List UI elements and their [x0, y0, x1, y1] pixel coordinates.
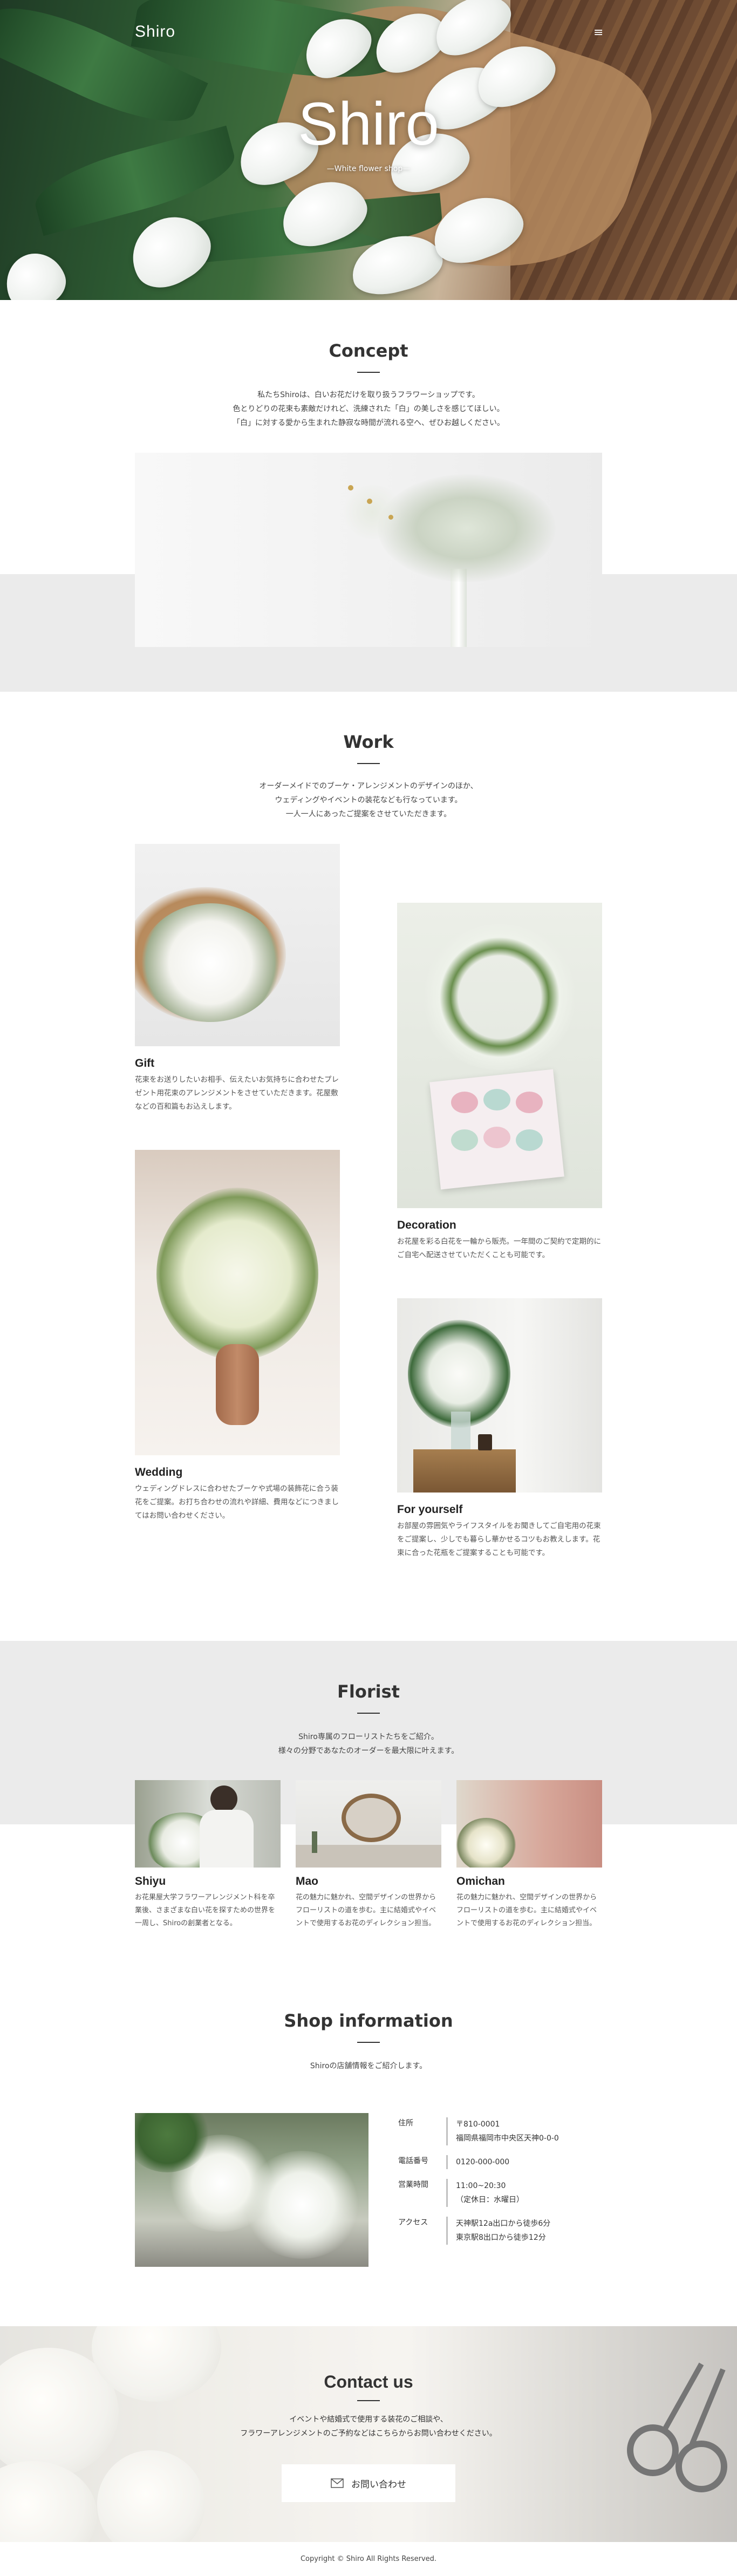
shop-info-table: 住所 〒810-0001 福岡県福岡市中央区天神0-0-0 電話番号 0120-…: [398, 2117, 603, 2254]
section-title: Shop information: [284, 2011, 453, 2031]
copyright: Copyright © Shiro All Rights Reserved.: [300, 2555, 437, 2563]
work-section: Work オーダーメイドでのブーケ・アレンジメントのデザインのほか、 ウェディン…: [0, 691, 737, 1641]
info-label: 電話番号: [398, 2157, 428, 2165]
concept-line: 色とりどりの花束も素敵だけれど、洗練された「白」の美しさを感じてほしい。: [233, 405, 504, 413]
wedding-photo: [135, 1150, 340, 1455]
flower-center: [348, 485, 353, 490]
work-desc: ウェディングドレスに合わせたブーケや式場の装飾花に合う装花をご提案。お打ち合わせ…: [135, 1484, 339, 1520]
contact-line: フラワーアレンジメントのご予約などはこちらからお問い合わせください。: [240, 2429, 497, 2438]
work-card-gift[interactable]: Gift 花束をお送りしたいお相手、伝えたいお気持ちに合わせたプレゼント用花束の…: [135, 844, 340, 1114]
section-title: Work: [343, 732, 394, 752]
florist-line: Shiro専属のフローリストたちをご紹介。: [298, 1733, 439, 1741]
work-line: 一人一人にあったご提案をさせていただきます。: [285, 810, 452, 819]
footer: Copyright © Shiro All Rights Reserved.: [0, 2542, 737, 2576]
concept-text: 私たちShiroは、白いお花だけを取り扱うフラワーショップです。 色とりどりの花…: [0, 388, 737, 430]
florist-name: Omichan: [456, 1875, 505, 1887]
contact-line: イベントや結婚式で使用する装花のご相談や、: [289, 2415, 448, 2424]
florist-card-shiyu[interactable]: Shiyu お花果屋大学フラワーアレンジメント科を卒業後、さまざまな白い花を探す…: [135, 1780, 281, 1930]
address-line: 〒810-0001: [456, 2120, 500, 2129]
work-card-for-yourself[interactable]: For yourself お部屋の雰囲気やライフスタイルをお聞きしてご自宅用の花…: [397, 1298, 602, 1560]
info-label: 営業時間: [398, 2180, 428, 2189]
work-desc: 花束をお送りしたいお相手、伝えたいお気持ちに合わせたプレゼント用花束のアレンジメ…: [135, 1075, 339, 1111]
work-line: オーダーメイドでのブーケ・アレンジメントのデザインのほか、: [259, 782, 478, 790]
info-label: 住所: [398, 2119, 413, 2128]
florist-card-omichan[interactable]: Omichan 花の魅力に魅かれ、空間デザインの世界からフローリストの道を歩む。…: [456, 1780, 602, 1930]
address-line: 福岡県福岡市中央区天神0-0-0: [456, 2134, 559, 2143]
title-underline: [357, 2042, 380, 2043]
florist-card-mao[interactable]: Mao 花の魅力に魅かれ、空間デザインの世界からフローリストの道を歩む。主に結婚…: [296, 1780, 441, 1930]
hamburger-icon[interactable]: ≡: [593, 26, 603, 39]
hero-tulip: [119, 202, 221, 299]
mail-icon: [331, 2478, 344, 2488]
info-row-hours: 営業時間 11:00~20:30 （定休日：水曜日）: [398, 2179, 603, 2207]
info-row-access: アクセス 天神駅12a出口から徒歩6分 東京駅8出口から徒歩12分: [398, 2217, 603, 2245]
info-label: アクセス: [398, 2218, 428, 2227]
avatar: [296, 1780, 441, 1868]
florist-text: Shiro専属のフローリストたちをご紹介。 様々の分野であなたのオーダーを最大限…: [0, 1730, 737, 1758]
for-yourself-photo: [397, 1298, 602, 1493]
work-desc: お花屋を彩る白花を一輪から販売。一年間のご契約で定期的にご自宅へ配送させていただ…: [397, 1237, 601, 1259]
babys-breath-bloom: [378, 474, 556, 582]
work-desc: お部屋の雰囲気やライフスタイルをお聞きしてご自宅用の花束をご提案し、少しでも暮ら…: [397, 1522, 601, 1557]
shop-image: [135, 2113, 368, 2267]
info-value: 天神駅12a出口から徒歩6分 東京駅8出口から徒歩12分: [447, 2217, 550, 2245]
section-title: Contact us: [324, 2372, 413, 2391]
title-underline: [357, 1713, 380, 1714]
flower-center: [367, 499, 372, 504]
info-row-address: 住所 〒810-0001 福岡県福岡市中央区天神0-0-0: [398, 2117, 603, 2145]
florist-desc: 花の魅力に魅かれ、空間デザインの世界からフローリストの道を歩む。主に結婚式やイベ…: [296, 1893, 436, 1927]
title-underline: [357, 763, 380, 764]
gift-photo: [135, 844, 340, 1046]
access-line: 天神駅12a出口から徒歩6分: [456, 2219, 551, 2228]
info-value: 11:00~20:30 （定休日：水曜日）: [447, 2179, 524, 2207]
hero: Shiro ≡ Shiro —White flower shop—: [0, 0, 737, 300]
hours-line: 11:00~20:30: [456, 2182, 506, 2190]
florist-name: Mao: [296, 1875, 318, 1887]
section-title: Concept: [329, 340, 408, 361]
site-logo[interactable]: Shiro: [135, 23, 175, 41]
hero-title: Shiro: [298, 90, 439, 158]
work-label: For yourself: [397, 1503, 463, 1516]
hero-subtitle: —White flower shop—: [326, 165, 411, 173]
hero-tulip: [0, 245, 72, 300]
shop-text: Shiroの店舗情報をご紹介します。: [310, 2062, 427, 2070]
work-label: Gift: [135, 1057, 155, 1069]
shop-info-section: Shop information Shiroの店舗情報をご紹介します。 住所 〒…: [0, 1984, 737, 2326]
decoration-photo: [397, 903, 602, 1208]
info-value: 0120-000-000: [447, 2155, 509, 2169]
work-label: Decoration: [397, 1219, 456, 1231]
babys-breath-bloom: [340, 485, 405, 539]
title-underline: [357, 372, 380, 373]
hours-line: （定休日：水曜日）: [456, 2196, 524, 2204]
concept-line: 私たちShiroは、白いお花だけを取り扱うフラワーショップです。: [257, 391, 480, 399]
work-text: オーダーメイドでのブーケ・アレンジメントのデザインのほか、 ウェディングやイベン…: [0, 779, 737, 821]
florist-name: Shiyu: [135, 1875, 166, 1887]
info-row-phone: 電話番号 0120-000-000: [398, 2155, 603, 2169]
avatar: [456, 1780, 602, 1868]
title-underline: [357, 2400, 380, 2401]
avatar: [135, 1780, 281, 1868]
work-line: ウェディングやイベントの装花なども行なっています。: [275, 796, 462, 805]
concept-image: [135, 453, 602, 647]
florist-section: Florist Shiro専属のフローリストたちをご紹介。 様々の分野であなたの…: [0, 1641, 737, 1984]
florist-desc: お花果屋大学フラワーアレンジメント科を卒業後、さまざまな白い花を探すための世界を…: [135, 1893, 276, 1927]
florist-line: 様々の分野であなたのオーダーを最大限に叶えます。: [278, 1747, 459, 1755]
work-card-wedding[interactable]: Wedding ウェディングドレスに合わせたブーケや式場の装飾花に合う装花をご提…: [135, 1150, 340, 1523]
contact-section: Contact us イベントや結婚式で使用する装花のご相談や、 フラワーアレン…: [0, 2326, 737, 2542]
work-card-decoration[interactable]: Decoration お花屋を彩る白花を一輪から販売。一年間のご契約で定期的にご…: [397, 903, 602, 1262]
contact-button[interactable]: お問い合わせ: [282, 2464, 455, 2502]
contact-button-label: お問い合わせ: [351, 2479, 406, 2490]
access-line: 東京駅8出口から徒歩12分: [456, 2233, 546, 2242]
concept-line: 「白」に対する愛から生まれた静寂な時間が流れる空へ、ぜひお越しください。: [233, 419, 504, 427]
contact-text: イベントや結婚式で使用する装花のご相談や、 フラワーアレンジメントのご予約などは…: [0, 2413, 737, 2441]
section-title: Florist: [337, 1681, 400, 1702]
concept-section: Concept 私たちShiroは、白いお花だけを取り扱うフラワーショップです。…: [0, 300, 737, 692]
work-label: Wedding: [135, 1466, 183, 1478]
info-value: 〒810-0001 福岡県福岡市中央区天神0-0-0: [447, 2117, 559, 2145]
florist-desc: 花の魅力に魅かれ、空間デザインの世界からフローリストの道を歩む。主に結婚式やイベ…: [456, 1893, 597, 1927]
phone-number[interactable]: 0120-000-000: [456, 2155, 509, 2169]
flower-center: [388, 515, 393, 520]
